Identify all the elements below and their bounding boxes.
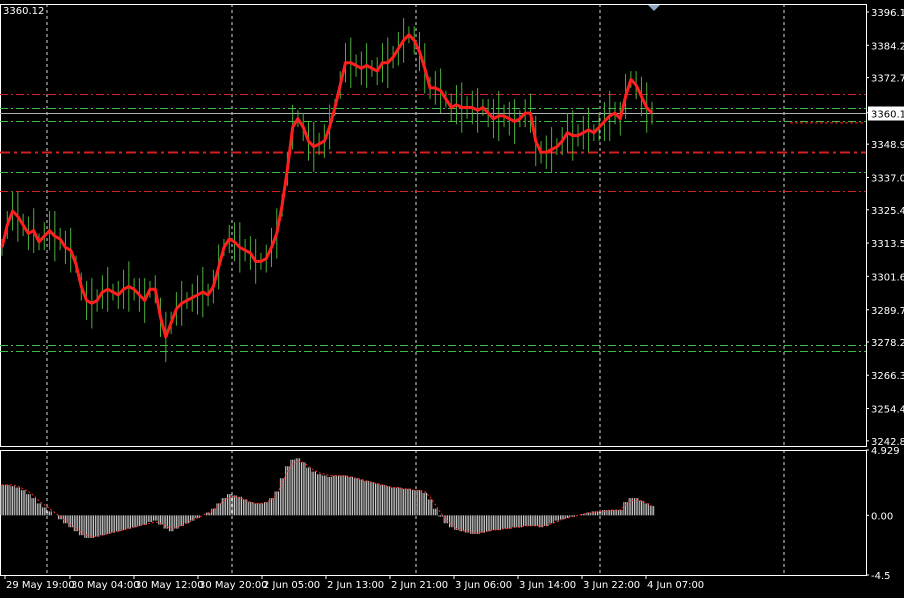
osc-tick-label: 0.00 — [871, 511, 893, 522]
x-tick-label: 4 Jun 07:00 — [647, 580, 704, 591]
x-tick-label: 30 May 20:00 — [199, 580, 268, 591]
x-tick-label: 30 May 12:00 — [135, 580, 204, 591]
x-tick-label: 2 Jun 21:00 — [391, 580, 448, 591]
y-tick-label: 3266.30 — [871, 371, 904, 382]
price-panel-frame — [0, 4, 867, 447]
x-tick-label: 29 May 19:00 — [6, 580, 75, 591]
y-tick-label: 3396.15 — [871, 8, 904, 19]
x-tick-label: 2 Jun 05:00 — [263, 580, 320, 591]
y-tick-label: 3289.70 — [871, 306, 904, 317]
x-tick-label: 3 Jun 22:00 — [583, 580, 640, 591]
y-tick-label: 3384.25 — [871, 41, 904, 52]
x-tick-label: 3 Jun 14:00 — [519, 580, 576, 591]
current-price-axis-label: 3360.12 — [871, 110, 904, 121]
y-tick-label: 3325.45 — [871, 206, 904, 217]
oscillator-signal-line — [2, 460, 653, 538]
osc-tick-label: 4.929 — [871, 446, 900, 457]
x-tick-label: 3 Jun 06:00 — [455, 580, 512, 591]
y-tick-label: 3278.20 — [871, 338, 904, 349]
trend-line — [0, 33, 654, 339]
scroll-marker-icon — [648, 5, 660, 11]
y-tick-label: 3254.40 — [871, 405, 904, 416]
price-chart[interactable]: 3396.15 3384.25 3372.70 3360.12 3348.90 3337.… — [0, 0, 904, 598]
y-tick-label: 3313.55 — [871, 239, 904, 250]
y-tick-label: 3372.70 — [871, 74, 904, 85]
y-tick-label: 3301.65 — [871, 272, 904, 283]
x-tick-label: 2 Jun 13:00 — [327, 580, 384, 591]
y-tick-label: 3348.90 — [871, 140, 904, 151]
osc-tick-label: -4.5 — [871, 571, 891, 582]
y-tick-label: 3337.00 — [871, 173, 904, 184]
x-tick-label: 30 May 04:00 — [71, 580, 140, 591]
